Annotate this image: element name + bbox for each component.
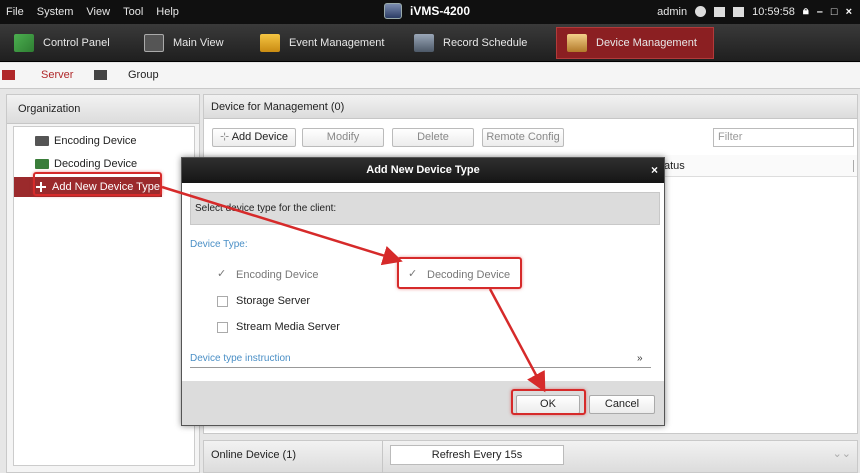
add-new-device-type-dialog: Add New Device Type × Select device type…	[181, 157, 665, 426]
tab-group[interactable]: Group	[94, 69, 159, 81]
modify-button[interactable]: Modify	[302, 128, 384, 147]
tab-label: Control Panel	[43, 37, 110, 49]
encoding-checkbox	[217, 267, 228, 281]
highlight-decoding-device	[397, 257, 522, 289]
stream-checkbox[interactable]	[217, 321, 228, 333]
remote-config-button[interactable]: Remote Config	[482, 128, 564, 147]
tab-label: Main View	[173, 37, 224, 49]
main-view-icon	[144, 34, 164, 52]
dialog-title-bar: Add New Device Type ×	[182, 158, 664, 183]
option-storage-server[interactable]: Storage Server	[217, 295, 310, 307]
device-type-instruction-link[interactable]: Device type instruction	[190, 353, 291, 364]
add-icon: ⊹	[220, 131, 230, 143]
device-toolbar: ⊹ Add Device Modify Delete Remote Config…	[204, 128, 857, 148]
minimize-button[interactable]: –	[817, 6, 823, 18]
delete-button[interactable]: Delete	[392, 128, 474, 147]
app-title-text: iVMS-4200	[410, 4, 471, 18]
filter-input[interactable]: Filter	[713, 128, 854, 147]
event-management-icon	[260, 34, 280, 52]
device-panel-header: Device for Management (0)	[204, 95, 857, 119]
dialog-close-icon[interactable]: ×	[651, 158, 658, 183]
tab-label: Event Management	[289, 37, 385, 49]
device-type-label: Device Type:	[190, 239, 248, 250]
tab-label: Record Schedule	[443, 37, 528, 49]
option-label: Stream Media Server	[236, 321, 340, 333]
sub-tab-bar: Server Group	[0, 63, 860, 89]
close-button[interactable]: ×	[846, 6, 852, 18]
network-icon[interactable]	[695, 6, 707, 17]
lock-icon[interactable]: 🔒︎	[803, 5, 809, 18]
dialog-footer: OK Cancel	[182, 381, 664, 425]
app-logo-icon	[384, 3, 402, 19]
highlight-add-new-device-type	[33, 172, 162, 196]
menu-help[interactable]: Help	[156, 6, 179, 18]
menu-file[interactable]: File	[6, 6, 24, 18]
tab-control-panel[interactable]: Control Panel	[4, 27, 120, 59]
org-item-label: Decoding Device	[54, 158, 138, 170]
tab-label: Device Management	[596, 37, 697, 49]
online-device-bar: Online Device (1) Refresh Every 15s ⌄⌄	[203, 440, 858, 473]
divider	[382, 441, 383, 473]
storage-checkbox[interactable]	[217, 295, 228, 307]
control-panel-icon	[14, 34, 34, 52]
tab-record-schedule[interactable]: Record Schedule	[404, 27, 537, 59]
device-management-icon	[567, 34, 587, 52]
group-icon	[94, 70, 107, 80]
cpu-icon[interactable]	[714, 6, 726, 17]
highlight-ok	[511, 389, 586, 415]
tab-server[interactable]: Server	[2, 69, 73, 81]
menu-bar: File System View Tool Help iVMS-4200 adm…	[0, 0, 860, 24]
record-schedule-icon	[414, 34, 434, 52]
expand-chevron-icon[interactable]: »	[637, 353, 643, 364]
organization-panel: Organization Encoding Device Decoding De…	[6, 94, 200, 473]
tab-device-management[interactable]: Device Management	[556, 27, 714, 59]
clock: 10:59:58	[752, 5, 795, 18]
option-stream-media-server[interactable]: Stream Media Server	[217, 321, 340, 333]
keyboard-icon[interactable]	[733, 6, 745, 17]
decoding-device-icon	[35, 159, 49, 169]
instruction-underline	[190, 367, 651, 368]
add-device-button[interactable]: ⊹ Add Device	[212, 128, 296, 147]
server-icon	[2, 70, 15, 80]
dialog-instruction: Select device type for the client:	[190, 192, 660, 225]
add-device-label: Add Device	[231, 131, 288, 143]
username[interactable]: admin	[657, 6, 687, 18]
online-device-label: Online Device (1)	[211, 449, 296, 461]
module-tab-bar: Control Panel Main View Event Management…	[0, 24, 860, 62]
encoding-device-icon	[35, 136, 49, 146]
column-separator	[853, 160, 854, 172]
option-encoding-device: Encoding Device	[217, 267, 319, 282]
cancel-button[interactable]: Cancel	[589, 395, 655, 414]
chevron-down-icon[interactable]: ⌄⌄	[833, 447, 851, 460]
organization-header: Organization	[7, 95, 199, 124]
refresh-button[interactable]: Refresh Every 15s	[390, 445, 564, 465]
dialog-title: Add New Device Type	[366, 164, 480, 176]
tab-event-management[interactable]: Event Management	[250, 27, 394, 59]
menu-tool[interactable]: Tool	[123, 6, 143, 18]
menu-view[interactable]: View	[86, 6, 110, 18]
option-label: Encoding Device	[236, 269, 319, 281]
menu-items: File System View Tool Help	[6, 6, 179, 18]
maximize-button[interactable]: □	[831, 6, 838, 18]
app-title: iVMS-4200	[384, 3, 470, 19]
org-item-label: Encoding Device	[54, 135, 137, 147]
option-label: Storage Server	[236, 295, 310, 307]
menu-system[interactable]: System	[37, 6, 74, 18]
org-item-decoding-device[interactable]: Decoding Device	[14, 154, 194, 174]
tab-group-label: Group	[128, 69, 159, 81]
tab-main-view[interactable]: Main View	[134, 27, 234, 59]
column-status[interactable]: atus	[664, 160, 685, 172]
tab-server-label: Server	[41, 69, 74, 81]
status-area: admin 10:59:58 🔒︎ – □ ×	[657, 5, 852, 18]
org-item-encoding-device[interactable]: Encoding Device	[14, 131, 194, 151]
